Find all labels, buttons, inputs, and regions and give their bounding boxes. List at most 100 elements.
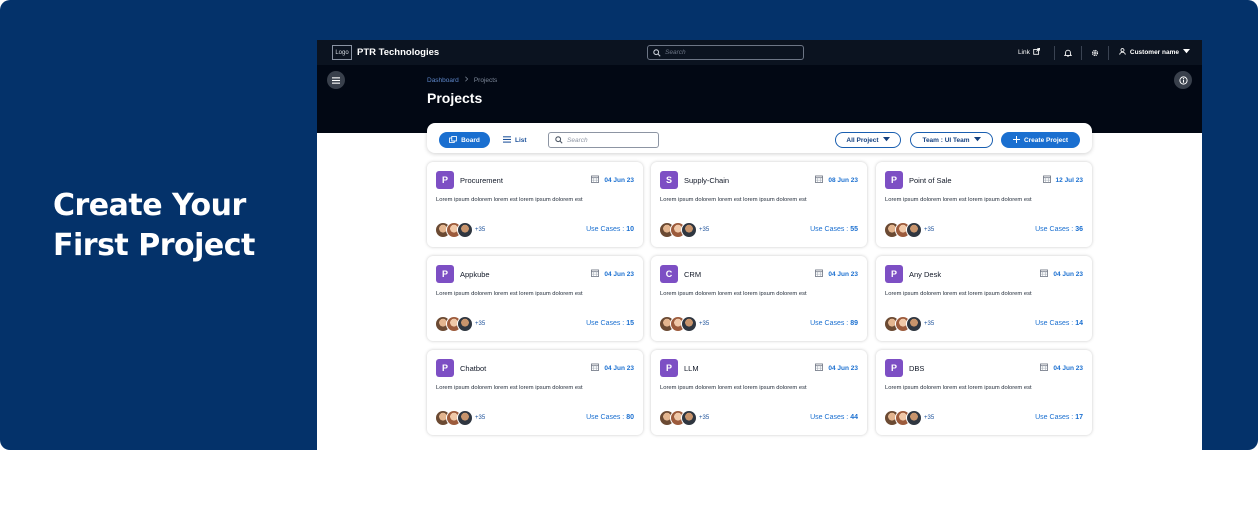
more-members-count: +35: [924, 227, 935, 233]
project-initial: P: [660, 359, 678, 377]
more-members-count: +35: [924, 321, 935, 327]
project-card[interactable]: P Any Desk 04 Jun 23 Lorem ipsum dolorem…: [876, 256, 1092, 341]
use-cases-value: 36: [1075, 226, 1083, 233]
date-text: 04 Jun 23: [604, 176, 634, 184]
search-placeholder: Search: [665, 49, 686, 56]
project-initial: P: [885, 359, 903, 377]
brand-name: PTR Technologies: [357, 47, 440, 58]
project-description: Lorem ipsum dolorem lorem est lorem ipsu…: [660, 385, 807, 391]
project-title: CRM: [684, 270, 702, 279]
app-window: Logo PTR Technologies Search Link Custom…: [317, 40, 1202, 450]
member-avatars: +35: [659, 409, 709, 427]
project-search-input[interactable]: Search: [548, 132, 659, 148]
project-date: 04 Jun 23: [591, 175, 634, 185]
list-icon: [503, 135, 511, 145]
use-cases-count: Use Cases : 15: [586, 320, 634, 327]
project-card[interactable]: P Point of Sale 12 Jul 23 Lorem ipsum do…: [876, 162, 1092, 247]
use-cases-count: Use Cases : 80: [586, 414, 634, 421]
use-cases-label: Use Cases :: [810, 320, 849, 327]
info-button[interactable]: [1174, 71, 1192, 89]
avatar: [457, 410, 473, 426]
project-description: Lorem ipsum dolorem lorem est lorem ipsu…: [436, 197, 583, 203]
calendar-icon: [1042, 175, 1051, 185]
project-title: DBS: [909, 364, 925, 373]
team-dropdown[interactable]: Team : UI Team: [910, 132, 993, 148]
use-cases-label: Use Cases :: [586, 414, 625, 421]
project-initial: P: [885, 265, 903, 283]
member-avatars: +35: [435, 315, 485, 333]
divider: [1080, 45, 1082, 60]
project-card[interactable]: P Chatbot 04 Jun 23 Lorem ipsum dolorem …: [427, 350, 643, 435]
date-text: 04 Jun 23: [1053, 364, 1083, 372]
board-label: Board: [461, 136, 480, 144]
project-date: 04 Jun 23: [591, 363, 634, 373]
use-cases-value: 14: [1075, 320, 1083, 327]
avatar: [906, 410, 922, 426]
project-card[interactable]: P LLM 04 Jun 23 Lorem ipsum dolorem lore…: [651, 350, 867, 435]
project-title: Point of Sale: [909, 176, 952, 185]
calendar-icon: [591, 175, 600, 185]
use-cases-value: 10: [626, 226, 634, 233]
project-card[interactable]: P DBS 04 Jun 23 Lorem ipsum dolorem lore…: [876, 350, 1092, 435]
use-cases-count: Use Cases : 55: [810, 226, 858, 233]
link-label: Link: [1017, 49, 1030, 56]
project-initial: S: [660, 171, 678, 189]
project-initial: P: [436, 171, 454, 189]
use-cases-label: Use Cases :: [810, 414, 849, 421]
chevron-right-icon: [464, 76, 469, 84]
member-avatars: +35: [659, 315, 709, 333]
project-card[interactable]: P Procurement 04 Jun 23 Lorem ipsum dolo…: [427, 162, 643, 247]
date-text: 04 Jun 23: [604, 364, 634, 372]
team-filter-label: Team : UI Team: [922, 136, 970, 144]
date-text: 08 Jun 23: [828, 176, 858, 184]
use-cases-label: Use Cases :: [586, 320, 625, 327]
member-avatars: +35: [435, 221, 485, 239]
use-cases-label: Use Cases :: [810, 226, 849, 233]
project-description: Lorem ipsum dolorem lorem est lorem ipsu…: [436, 385, 583, 391]
gear-icon[interactable]: [1088, 46, 1102, 60]
create-project-button[interactable]: Create Project: [1001, 132, 1080, 148]
customer-menu[interactable]: Customer name: [1119, 48, 1190, 57]
bell-icon[interactable]: [1061, 46, 1075, 60]
use-cases-value: 44: [850, 414, 858, 421]
project-initial: P: [436, 359, 454, 377]
top-right-actions: Link Customer name: [1018, 40, 1190, 65]
project-initial: P: [885, 171, 903, 189]
logo[interactable]: Logo: [332, 45, 352, 60]
project-toolbar: Board List Search All Project Team: UI …: [427, 123, 1092, 153]
search-icon: [653, 44, 661, 62]
caret-down-icon: [1183, 49, 1190, 56]
use-cases-count: Use Cases : 10: [586, 226, 634, 233]
calendar-icon: [815, 269, 824, 279]
breadcrumb: Dashboard Projects: [427, 76, 497, 84]
hamburger-menu-button[interactable]: [327, 71, 345, 89]
project-description: Lorem ipsum dolorem lorem est lorem ipsu…: [885, 197, 1032, 203]
project-card[interactable]: C CRM 04 Jun 23 Lorem ipsum dolorem lore…: [651, 256, 867, 341]
external-link[interactable]: Link: [1017, 47, 1048, 57]
project-date: 04 Jun 23: [591, 269, 634, 279]
search-placeholder: Search: [567, 136, 588, 144]
project-card[interactable]: S Supply-Chain 08 Jun 23 Lorem ipsum dol…: [651, 162, 867, 247]
hamburger-icon: [332, 76, 340, 84]
board-view-button[interactable]: Board: [439, 132, 490, 148]
list-view-button[interactable]: List: [503, 132, 527, 148]
use-cases-label: Use Cases :: [586, 226, 625, 233]
avatar: [681, 316, 697, 332]
all-project-dropdown[interactable]: All Project: [835, 132, 901, 148]
more-members-count: +35: [475, 415, 486, 421]
caret-down-icon: [973, 136, 981, 144]
calendar-icon: [815, 175, 824, 185]
date-text: 04 Jun 23: [828, 270, 858, 278]
global-search-input[interactable]: Search: [647, 45, 804, 60]
project-title: Any Desk: [909, 270, 942, 279]
info-icon: [1178, 75, 1188, 85]
project-initial: C: [660, 265, 678, 283]
breadcrumb-dashboard[interactable]: Dashboard: [427, 77, 459, 84]
create-project-label: Create Project: [1023, 136, 1069, 144]
date-text: 04 Jun 23: [1053, 270, 1083, 278]
use-cases-count: Use Cases : 44: [810, 414, 858, 421]
more-members-count: +35: [699, 415, 710, 421]
project-card[interactable]: P Appkube 04 Jun 23 Lorem ipsum dolorem …: [427, 256, 643, 341]
use-cases-value: 80: [626, 414, 634, 421]
customer-name: Customer name: [1129, 49, 1179, 56]
